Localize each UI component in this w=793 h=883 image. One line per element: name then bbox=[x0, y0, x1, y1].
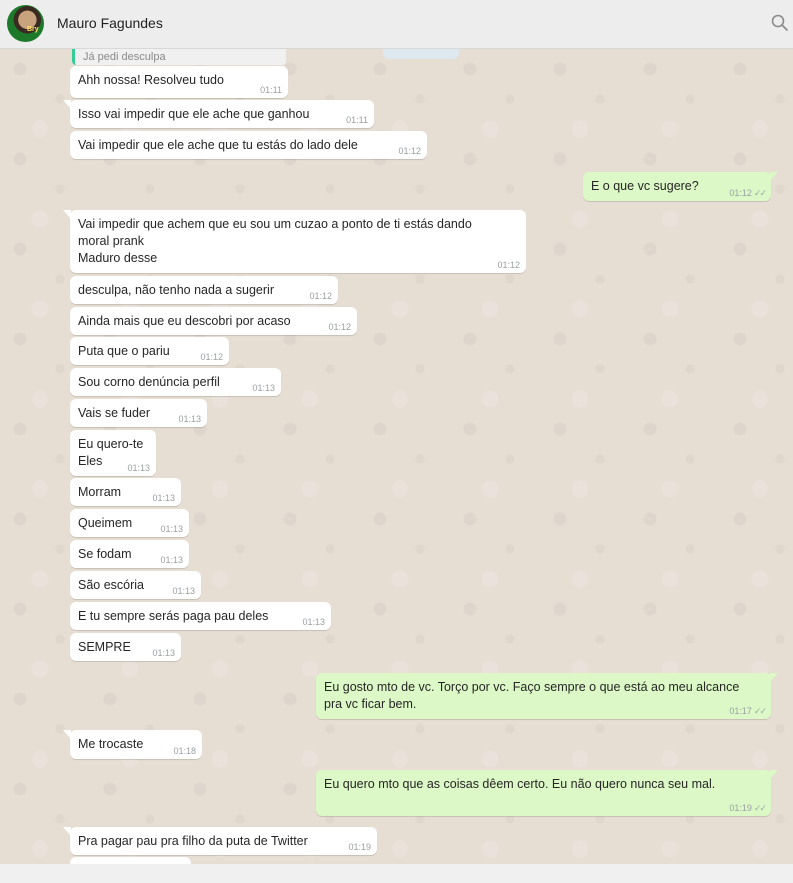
message-time: 01:13 bbox=[160, 524, 183, 534]
message-time: 01:12 bbox=[309, 291, 332, 301]
message-text: Eu gosto mto de vc. Torço por vc. Faço s… bbox=[324, 680, 740, 711]
message-bubble[interactable]: desculpa, não tenho nada a sugerir 01:12 bbox=[70, 276, 338, 304]
message-bubble[interactable]: Morram 01:13 bbox=[70, 478, 181, 506]
message-bubble[interactable]: Isso vai impedir que ele ache que ganhou… bbox=[63, 100, 374, 128]
message-time: 01:12 bbox=[497, 260, 520, 270]
quoted-message: Já pedi desculpa bbox=[72, 49, 286, 65]
message-text: Eu quero mto que as coisas dêem certo. E… bbox=[324, 777, 716, 791]
message-bubble[interactable]: E o que vc sugere? 01:12 ✓✓ bbox=[583, 172, 778, 201]
message-time: 01:17 ✓✓ bbox=[729, 706, 767, 716]
message-text: Pra pagar pau pra filho da puta de Twitt… bbox=[78, 834, 308, 848]
double-check-icon: ✓✓ bbox=[753, 803, 767, 813]
message-time: 01:18 bbox=[173, 746, 196, 756]
message-time: 01:11 bbox=[260, 85, 282, 95]
message-time: 01:13 bbox=[152, 493, 175, 503]
message-bubble[interactable]: Puta que o pariu 01:12 bbox=[70, 337, 229, 365]
message-time: 01:19 bbox=[348, 842, 371, 852]
message-text: Vai impedir que ele ache que tu estás do… bbox=[78, 138, 358, 152]
message-text: Sou corno denúncia perfil bbox=[78, 375, 220, 389]
message-text: E tu sempre serás paga pau deles bbox=[78, 609, 269, 623]
contact-avatar[interactable]: Bry bbox=[7, 5, 44, 42]
message-time: 01:13 bbox=[160, 555, 183, 565]
message-bubble[interactable]: Pra pagar pau pra filho da puta de Twitt… bbox=[63, 827, 377, 855]
message-time: 01:13 bbox=[252, 383, 275, 393]
double-check-icon: ✓✓ bbox=[753, 188, 767, 198]
message-time: 01:12 bbox=[200, 352, 223, 362]
message-bubble-partial[interactable] bbox=[70, 857, 191, 864]
contact-name[interactable]: Mauro Fagundes bbox=[57, 15, 163, 31]
message-bubble[interactable]: Eu quero mto que as coisas dêem certo. E… bbox=[316, 770, 778, 816]
message-bubble[interactable]: Vai impedir que ele ache que tu estás do… bbox=[70, 131, 427, 159]
message-time: 01:12 bbox=[398, 146, 421, 156]
message-bubble[interactable]: Ainda mais que eu descobri por acaso 01:… bbox=[70, 307, 357, 335]
message-bubble[interactable]: Se fodam 01:13 bbox=[70, 540, 189, 568]
message-text: Vai impedir que achem que eu sou um cuza… bbox=[78, 217, 472, 265]
message-text: Ahh nossa! Resolveu tudo bbox=[78, 73, 224, 87]
message-time: 01:11 bbox=[346, 115, 368, 125]
compose-bar[interactable] bbox=[0, 864, 793, 883]
message-text: desculpa, não tenho nada a sugerir bbox=[78, 283, 274, 297]
message-time: 01:13 bbox=[127, 463, 150, 473]
message-bubble[interactable]: Eu gosto mto de vc. Torço por vc. Faço s… bbox=[316, 673, 778, 719]
double-check-icon: ✓✓ bbox=[753, 706, 767, 716]
message-bubble[interactable]: São escória 01:13 bbox=[70, 571, 201, 599]
chat-header: Bry Mauro Fagundes bbox=[0, 0, 793, 49]
message-bubble[interactable]: SEMPRE 01:13 bbox=[70, 633, 181, 661]
message-time: 01:13 bbox=[152, 648, 175, 658]
message-time: 01:13 bbox=[302, 617, 325, 627]
message-bubble[interactable]: Sou corno denúncia perfil 01:13 bbox=[70, 368, 281, 396]
message-bubble[interactable]: Vai impedir que achem que eu sou um cuza… bbox=[63, 210, 526, 273]
avatar-badge: Bry bbox=[27, 26, 39, 33]
message-bubble[interactable]: Vais se fuder 01:13 bbox=[70, 399, 207, 427]
message-time: 01:19 ✓✓ bbox=[729, 803, 767, 813]
message-bubble[interactable]: Eu quero-te Eles 01:13 bbox=[70, 430, 156, 476]
message-time: 01:12 bbox=[328, 322, 351, 332]
message-bubble[interactable]: Ahh nossa! Resolveu tudo 01:11 bbox=[70, 66, 288, 98]
date-chip bbox=[383, 49, 459, 59]
message-bubble[interactable]: E tu sempre serás paga pau deles 01:13 bbox=[70, 602, 331, 630]
chat-panel[interactable]: Já pedi desculpa Ahh nossa! Resolveu tud… bbox=[0, 49, 793, 864]
message-text: Ainda mais que eu descobri por acaso bbox=[78, 314, 291, 328]
message-text: Isso vai impedir que ele ache que ganhou bbox=[78, 107, 310, 121]
message-time: 01:12 ✓✓ bbox=[729, 188, 767, 198]
message-bubble[interactable]: Queimem 01:13 bbox=[70, 509, 189, 537]
message-time: 01:13 bbox=[178, 414, 201, 424]
message-bubble[interactable]: Me trocaste 01:18 bbox=[63, 730, 202, 759]
message-time: 01:13 bbox=[172, 586, 195, 596]
search-icon[interactable] bbox=[770, 13, 790, 33]
